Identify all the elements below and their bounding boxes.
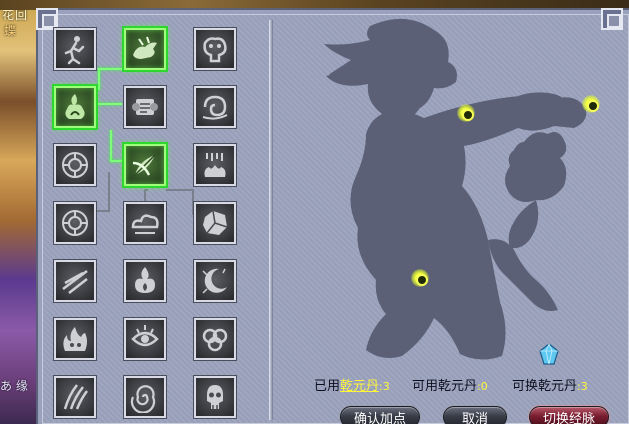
fire-burst-icon [135,267,155,293]
scene-text-bottom: あ 缘 [0,379,28,393]
meridian-window: 已用乾元丹:3 可用乾元丹:0 可换乾元丹:3 确认加点 取消 切换经脉 [36,8,629,424]
active-skill-connector [110,160,122,162]
skill-slot-r3-c3[interactable] [193,143,237,187]
cloud-mist-icon [131,214,159,234]
slash-strike-icon [62,270,88,294]
available-label: 可用乾元丹 [412,379,478,394]
active-skill-connector [98,68,100,90]
skill-slot-r6-c2[interactable] [123,317,167,361]
demon-flame-icon [63,327,87,351]
exchangeable-value: 3 [580,380,588,393]
switch-meridian-button[interactable]: 切换经脉 [529,406,609,424]
skill-slot-r5-c2[interactable] [123,259,167,303]
scroll-icon [132,99,158,115]
skill-slot-r3-c1[interactable] [53,143,97,187]
cancel-button[interactable]: 取消 [443,406,507,424]
spirit-skull-icon [207,385,223,409]
character-silhouette-panel [274,10,629,370]
skill-slot-r3-c2[interactable] [122,142,168,188]
exchangeable-stat: 可换乾元丹:3 [512,375,588,394]
crescent-moon-icon [202,268,227,294]
skill-slot-r7-c3[interactable] [193,375,237,419]
skill-slot-r5-c1[interactable] [53,259,97,303]
dragon-mount-icon [133,36,157,59]
fire-rain-icon [204,153,226,177]
acupoint-marker-leg[interactable] [411,269,429,287]
skill-slot-r6-c3[interactable] [193,317,237,361]
acupoint-marker-chest[interactable] [457,104,475,122]
running-figure-icon [64,36,85,65]
cloud-knot-icon [202,328,228,352]
skill-connector [96,210,110,212]
background-game-scene: 花回 蝶 あ 缘 [0,0,36,424]
scene-text-top2: 蝶 [4,24,17,38]
active-skill-connector [98,68,122,70]
flaming-eye-icon [131,325,159,347]
skill-slot-r1-c2[interactable] [122,26,168,72]
active-skill-connector [110,130,112,162]
skill-slot-r7-c1[interactable] [53,375,97,419]
rock-armor-icon [203,210,228,235]
spiral-shell-icon [130,385,156,413]
used-item-link[interactable]: 乾元丹 [340,379,379,394]
claw-slash-icon [63,384,89,410]
used-label: 已用 [314,379,341,394]
beast-head-icon [203,37,227,63]
skill-slot-r2-c2[interactable] [123,85,167,129]
skill-slot-r4-c3[interactable] [193,201,237,245]
swirl-wind-icon [202,95,228,120]
skill-slot-r4-c2[interactable] [123,201,167,245]
flame-aura-icon [65,94,85,119]
confirm-points-button[interactable]: 确认加点 [340,406,420,424]
skill-slot-r2-c1[interactable] [52,84,98,130]
crossed-feathers-icon [132,154,156,176]
active-skill-connector [98,103,122,105]
available-value: 0 [480,380,488,393]
exchangeable-label: 可换乾元丹 [512,379,578,394]
crystal-gem-icon [539,343,559,365]
skill-slot-r5-c3[interactable] [193,259,237,303]
skill-slot-r7-c2[interactable] [123,375,167,419]
bagua-disc-icon [62,152,88,178]
skill-connector [108,172,110,212]
skill-slot-r4-c1[interactable] [53,201,97,245]
used-stat: 已用乾元丹:3 [314,375,390,394]
acupoint-marker-hand[interactable] [582,95,600,113]
skill-grid [38,10,268,424]
skill-slot-r1-c1[interactable] [53,27,97,71]
panel-divider [269,20,273,420]
skill-slot-r1-c3[interactable] [193,27,237,71]
used-value: 3 [382,380,390,393]
skill-slot-r6-c1[interactable] [53,317,97,361]
skill-connector [166,189,194,191]
available-stat: 可用乾元丹:0 [412,375,488,394]
skill-connector [144,189,148,191]
character-silhouette [324,18,587,360]
bagua-disc-icon [62,210,88,236]
skill-slot-r2-c3[interactable] [193,85,237,129]
